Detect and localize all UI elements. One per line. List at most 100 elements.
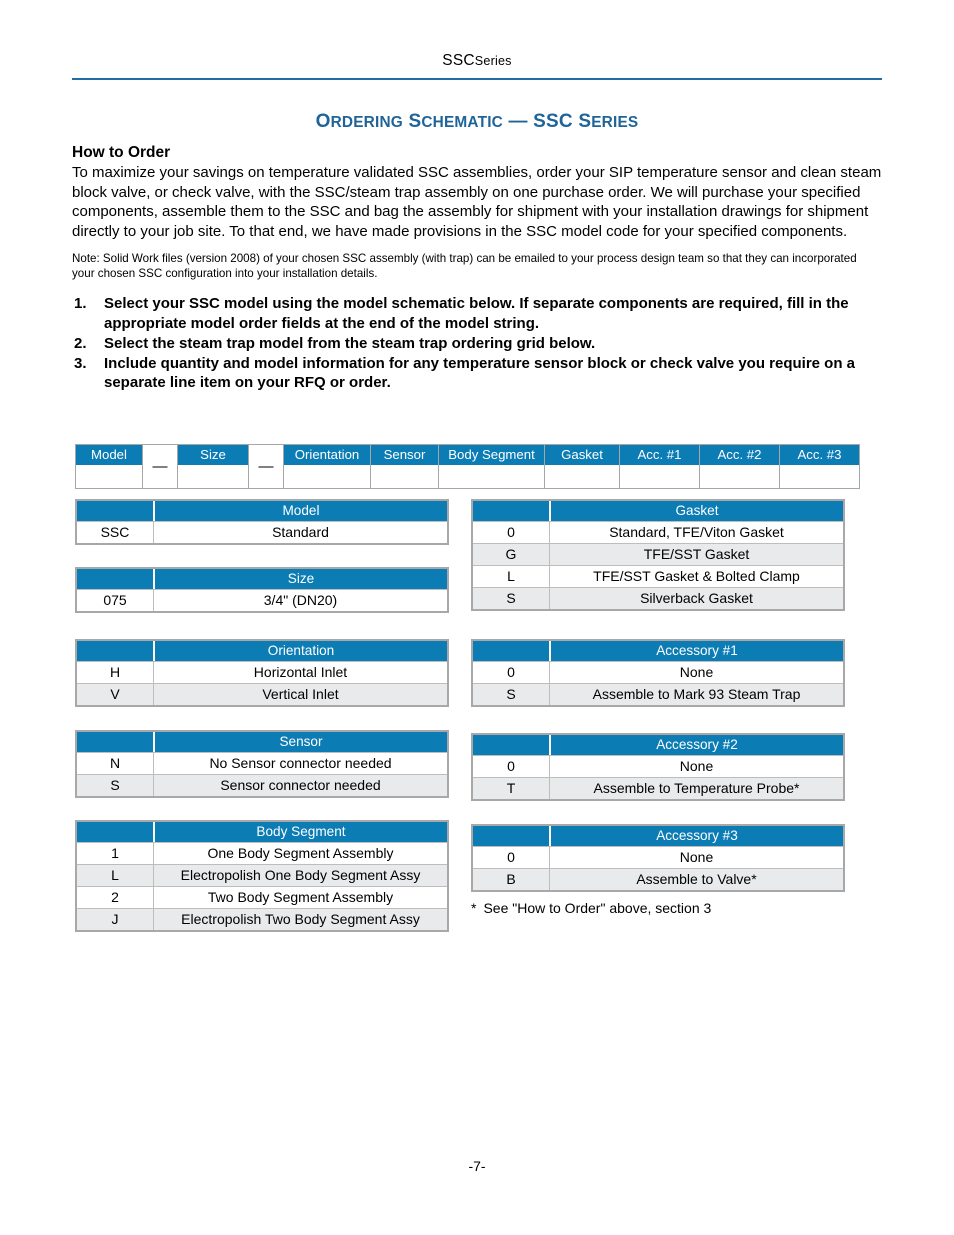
table-row: SSC Standard xyxy=(77,521,447,543)
option-description: Assemble to Mark 93 Steam Trap xyxy=(592,686,801,702)
option-code: H xyxy=(77,662,154,683)
step-number: 1. xyxy=(74,295,87,313)
schematic-field-model[interactable]: Model xyxy=(76,445,143,488)
table-row: 0 None xyxy=(473,755,843,777)
schematic-field-label: Model xyxy=(76,445,142,465)
how-to-order-heading: How to Order xyxy=(72,144,171,161)
title-seg-4-sc: ERIES xyxy=(591,114,639,131)
option-code: 0 xyxy=(473,662,550,683)
option-code: 0 xyxy=(473,847,550,868)
schematic-field-input[interactable] xyxy=(439,465,544,488)
schematic-field-body-segment[interactable]: Body Segment xyxy=(439,445,545,488)
table-header-row: Gasket xyxy=(473,501,843,521)
table-row: S Sensor connector needed xyxy=(77,774,447,796)
schematic-field-input[interactable] xyxy=(780,465,859,488)
option-description: Electropolish One Body Segment Assy xyxy=(180,867,421,883)
option-code: L xyxy=(77,865,154,886)
title-seg-1: O xyxy=(315,111,331,132)
option-code: 1 xyxy=(77,843,154,864)
table-row: S Silverback Gasket xyxy=(473,587,843,609)
table-row: T Assemble to Temperature Probe* xyxy=(473,777,843,799)
running-header-main: SSC xyxy=(442,52,475,69)
option-code: B xyxy=(473,869,550,890)
option-code: L xyxy=(473,566,550,587)
how-to-order-note: Note: Solid Work files (version 2008) of… xyxy=(72,252,857,281)
table-accessory-1: Accessory #1 0 None S Assemble to Mark 93 St… xyxy=(471,639,845,707)
schematic-field-acc-3[interactable]: Acc. #3 xyxy=(780,445,859,488)
document-page: SSCSeries ORDERING SCHEMATIC — SSC SERIE… xyxy=(0,0,954,1235)
table-row: S Assemble to Mark 93 Steam Trap xyxy=(473,683,843,705)
schematic-field-size[interactable]: Size xyxy=(178,445,249,488)
page-title: ORDERING SCHEMATIC — SSC SERIES xyxy=(72,111,882,133)
title-seg-4: S xyxy=(578,111,592,132)
ordering-step-1: 1. Select your SSC model using the model… xyxy=(72,294,882,332)
footnote: * See "How to Order" above, section 3 xyxy=(471,900,711,916)
table-row: 0 None xyxy=(473,846,843,868)
table-header-code-cell xyxy=(77,501,155,521)
table-model: Model SSC Standard xyxy=(75,499,449,545)
table-row: B Assemble to Valve* xyxy=(473,868,843,890)
option-code: N xyxy=(77,753,154,774)
table-row: 1 One Body Segment Assembly xyxy=(77,842,447,864)
option-code: SSC xyxy=(77,522,154,543)
option-code: 075 xyxy=(77,590,154,611)
schematic-field-acc-2[interactable]: Acc. #2 xyxy=(700,445,780,488)
schematic-field-sensor[interactable]: Sensor xyxy=(371,445,439,488)
table-row: H Horizontal Inlet xyxy=(77,661,447,683)
step-number: 2. xyxy=(74,334,87,352)
schematic-field-input[interactable] xyxy=(371,465,438,488)
table-row: 0 None xyxy=(473,661,843,683)
option-description: 3/4" (DN20) xyxy=(263,592,338,608)
table-title: Body Segment xyxy=(256,824,346,839)
schematic-field-input[interactable] xyxy=(700,465,779,488)
table-header-code-cell xyxy=(77,822,155,842)
how-to-order-intro: To maximize your savings on temperature … xyxy=(72,164,882,240)
step-text: Select your SSC model using the model sc… xyxy=(104,295,849,332)
option-code: G xyxy=(473,544,550,565)
schematic-field-input[interactable] xyxy=(620,465,699,488)
title-seg-3: SSC xyxy=(533,111,573,132)
schematic-field-acc-1[interactable]: Acc. #1 xyxy=(620,445,700,488)
schematic-field-input[interactable] xyxy=(545,465,619,488)
table-header-code-cell xyxy=(473,501,551,521)
step-number: 3. xyxy=(74,354,87,372)
dash-icon: — xyxy=(258,458,274,475)
option-description: TFE/SST Gasket xyxy=(643,546,750,562)
option-description: Two Body Segment Assembly xyxy=(207,889,394,905)
table-row: 075 3/4" (DN20) xyxy=(77,589,447,611)
table-header-row: Accessory #2 xyxy=(473,735,843,755)
option-description: No Sensor connector needed xyxy=(209,755,392,771)
title-dash: — xyxy=(508,111,528,132)
header-rule xyxy=(72,78,882,80)
schematic-field-label: Size xyxy=(178,445,248,465)
table-header-row: Model xyxy=(77,501,447,521)
ordering-step-2: 2. Select the steam trap model from the … xyxy=(72,334,882,353)
schematic-field-input[interactable] xyxy=(284,465,370,488)
table-header-code-cell xyxy=(77,569,155,589)
option-description: Horizontal Inlet xyxy=(253,664,348,680)
model-schematic-strip[interactable]: Model — Size — Orientation Sensor Body Segment… xyxy=(75,444,860,489)
table-header-row: Accessory #3 xyxy=(473,826,843,846)
table-title: Orientation xyxy=(267,643,335,658)
table-header-row: Size xyxy=(77,569,447,589)
option-code: T xyxy=(473,778,550,799)
option-description: TFE/SST Gasket & Bolted Clamp xyxy=(593,568,800,584)
option-description: Assemble to Temperature Probe* xyxy=(593,780,800,796)
option-code: 2 xyxy=(77,887,154,908)
schematic-field-label: Acc. #2 xyxy=(700,445,779,465)
schematic-separator-dash: — xyxy=(143,445,178,488)
page-number: -7- xyxy=(468,1158,486,1174)
schematic-field-input[interactable] xyxy=(76,465,142,488)
option-description: Electropolish Two Body Segment Assy xyxy=(181,911,420,927)
schematic-field-input[interactable] xyxy=(178,465,248,488)
table-row: V Vertical Inlet xyxy=(77,683,447,705)
schematic-field-gasket[interactable]: Gasket xyxy=(545,445,620,488)
table-header-row: Sensor xyxy=(77,732,447,752)
running-header: SSCSeries xyxy=(72,52,882,70)
schematic-field-orientation[interactable]: Orientation xyxy=(284,445,371,488)
title-seg-1-sc: RDERING xyxy=(330,114,403,131)
footnote-text: See "How to Order" above, section 3 xyxy=(483,900,712,916)
option-description: Standard xyxy=(272,524,329,540)
table-row: 0 Standard, TFE/Viton Gasket xyxy=(473,521,843,543)
step-text: Include quantity and model information f… xyxy=(104,354,856,392)
